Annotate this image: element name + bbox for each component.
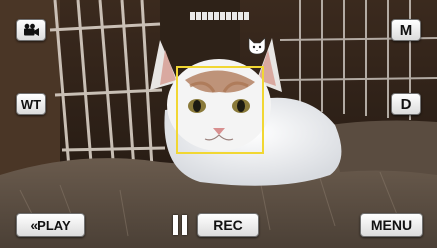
zoom-label: WT xyxy=(20,96,42,112)
display-label: D xyxy=(400,95,412,113)
pet-face-icon xyxy=(248,37,266,55)
menu-button[interactable]: MENU xyxy=(360,213,423,237)
double-chevron-left-icon: « xyxy=(30,217,38,233)
face-detection-frame xyxy=(176,66,264,154)
recording-progress-indicator-icon xyxy=(190,11,256,21)
video-camera-icon xyxy=(24,23,39,36)
playback-label: PLAY xyxy=(37,217,71,233)
menu-label: MENU xyxy=(370,217,413,233)
video-mode-button[interactable] xyxy=(16,19,46,41)
pause-icon xyxy=(172,215,188,235)
zoom-button[interactable]: WT xyxy=(16,93,46,115)
display-button[interactable]: D xyxy=(391,93,421,115)
rec-button[interactable]: REC xyxy=(197,213,259,237)
playback-button[interactable]: « PLAY xyxy=(16,213,85,237)
camera-viewfinder: M WT D « PLAY REC MENU xyxy=(0,0,437,248)
recording-mode-button[interactable]: M xyxy=(391,19,421,41)
recording-mode-label: M xyxy=(399,21,413,39)
rec-label: REC xyxy=(213,217,243,233)
